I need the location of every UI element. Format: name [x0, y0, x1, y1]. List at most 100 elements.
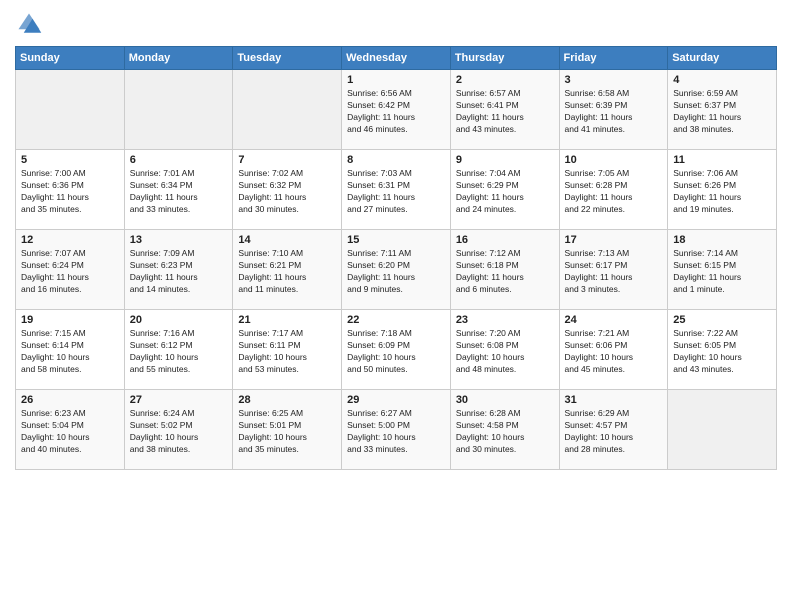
- calendar-cell: 26 Sunrise: 6:23 AM Sunset: 5:04 PM Dayli…: [16, 390, 125, 470]
- day-number: 3: [565, 74, 663, 86]
- weekday-header-monday: Monday: [124, 47, 233, 70]
- calendar-cell: 1 Sunrise: 6:56 AM Sunset: 6:42 PM Daylig…: [342, 70, 451, 150]
- day-number: 6: [130, 154, 228, 166]
- weekday-header-thursday: Thursday: [450, 47, 559, 70]
- weekday-header-tuesday: Tuesday: [233, 47, 342, 70]
- calendar-cell: 29 Sunrise: 6:27 AM Sunset: 5:00 PM Dayli…: [342, 390, 451, 470]
- calendar-cell: 8 Sunrise: 7:03 AM Sunset: 6:31 PM Daylig…: [342, 150, 451, 230]
- week-row-2: 5Sunrise: 7:00 AM Sunset: 6:36 PM Daylig…: [16, 150, 777, 230]
- calendar-cell: 28 Sunrise: 6:25 AM Sunset: 5:01 PM Dayli…: [233, 390, 342, 470]
- week-row-5: 26 Sunrise: 6:23 AM Sunset: 5:04 PM Dayli…: [16, 390, 777, 470]
- calendar-cell: 18 Sunrise: 7:14 AM Sunset: 6:15 PM Dayli…: [668, 230, 777, 310]
- day-number: 15: [347, 234, 445, 246]
- day-number: 2: [456, 74, 554, 86]
- day-info: Sunrise: 7:01 AM Sunset: 6:34 PM Dayligh…: [130, 168, 228, 216]
- calendar-cell: 4 Sunrise: 6:59 AM Sunset: 6:37 PM Daylig…: [668, 70, 777, 150]
- day-number: 24: [565, 314, 663, 326]
- day-info: Sunrise: 6:29 AM Sunset: 4:57 PM Dayligh…: [565, 408, 663, 456]
- day-info: Sunrise: 6:27 AM Sunset: 5:00 PM Dayligh…: [347, 408, 445, 456]
- day-info: Sunrise: 6:59 AM Sunset: 6:37 PM Dayligh…: [673, 88, 771, 136]
- day-info: Sunrise: 6:23 AM Sunset: 5:04 PM Dayligh…: [21, 408, 119, 456]
- calendar-cell: 20 Sunrise: 7:16 AM Sunset: 6:12 PM Dayli…: [124, 310, 233, 390]
- week-row-3: 12 Sunrise: 7:07 AM Sunset: 6:24 PM Dayli…: [16, 230, 777, 310]
- calendar-cell: 27 Sunrise: 6:24 AM Sunset: 5:02 PM Dayli…: [124, 390, 233, 470]
- calendar-table: SundayMondayTuesdayWednesdayThursdayFrid…: [15, 46, 777, 470]
- day-number: 21: [238, 314, 336, 326]
- day-info: Sunrise: 7:13 AM Sunset: 6:17 PM Dayligh…: [565, 248, 663, 296]
- logo: [15, 10, 47, 38]
- day-number: 12: [21, 234, 119, 246]
- calendar-cell: 25Sunrise: 7:22 AM Sunset: 6:05 PM Dayli…: [668, 310, 777, 390]
- day-info: Sunrise: 7:20 AM Sunset: 6:08 PM Dayligh…: [456, 328, 554, 376]
- calendar-cell: 30 Sunrise: 6:28 AM Sunset: 4:58 PM Dayli…: [450, 390, 559, 470]
- day-number: 20: [130, 314, 228, 326]
- day-number: 4: [673, 74, 771, 86]
- day-info: Sunrise: 7:11 AM Sunset: 6:20 PM Dayligh…: [347, 248, 445, 296]
- day-info: Sunrise: 7:03 AM Sunset: 6:31 PM Dayligh…: [347, 168, 445, 216]
- weekday-header-friday: Friday: [559, 47, 668, 70]
- day-info: Sunrise: 7:06 AM Sunset: 6:26 PM Dayligh…: [673, 168, 771, 216]
- day-number: 11: [673, 154, 771, 166]
- day-info: Sunrise: 7:07 AM Sunset: 6:24 PM Dayligh…: [21, 248, 119, 296]
- day-info: Sunrise: 7:02 AM Sunset: 6:32 PM Dayligh…: [238, 168, 336, 216]
- day-number: 1: [347, 74, 445, 86]
- calendar-cell: 12 Sunrise: 7:07 AM Sunset: 6:24 PM Dayli…: [16, 230, 125, 310]
- calendar-cell: 6 Sunrise: 7:01 AM Sunset: 6:34 PM Daylig…: [124, 150, 233, 230]
- calendar-cell: 2Sunrise: 6:57 AM Sunset: 6:41 PM Daylig…: [450, 70, 559, 150]
- calendar-cell: [16, 70, 125, 150]
- calendar-cell: 22 Sunrise: 7:18 AM Sunset: 6:09 PM Dayli…: [342, 310, 451, 390]
- day-info: Sunrise: 6:28 AM Sunset: 4:58 PM Dayligh…: [456, 408, 554, 456]
- day-number: 13: [130, 234, 228, 246]
- day-number: 5: [21, 154, 119, 166]
- day-info: Sunrise: 7:12 AM Sunset: 6:18 PM Dayligh…: [456, 248, 554, 296]
- day-info: Sunrise: 7:16 AM Sunset: 6:12 PM Dayligh…: [130, 328, 228, 376]
- calendar-cell: 23 Sunrise: 7:20 AM Sunset: 6:08 PM Dayli…: [450, 310, 559, 390]
- calendar-cell: 17Sunrise: 7:13 AM Sunset: 6:17 PM Dayli…: [559, 230, 668, 310]
- day-number: 9: [456, 154, 554, 166]
- logo-icon: [15, 10, 43, 38]
- day-info: Sunrise: 7:22 AM Sunset: 6:05 PM Dayligh…: [673, 328, 771, 376]
- page: SundayMondayTuesdayWednesdayThursdayFrid…: [0, 0, 792, 612]
- day-info: Sunrise: 6:24 AM Sunset: 5:02 PM Dayligh…: [130, 408, 228, 456]
- week-row-1: 1 Sunrise: 6:56 AM Sunset: 6:42 PM Daylig…: [16, 70, 777, 150]
- calendar-cell: 31Sunrise: 6:29 AM Sunset: 4:57 PM Dayli…: [559, 390, 668, 470]
- day-info: Sunrise: 6:58 AM Sunset: 6:39 PM Dayligh…: [565, 88, 663, 136]
- calendar-cell: 14 Sunrise: 7:10 AM Sunset: 6:21 PM Dayli…: [233, 230, 342, 310]
- day-info: Sunrise: 6:25 AM Sunset: 5:01 PM Dayligh…: [238, 408, 336, 456]
- day-info: Sunrise: 7:17 AM Sunset: 6:11 PM Dayligh…: [238, 328, 336, 376]
- calendar-cell: 3 Sunrise: 6:58 AM Sunset: 6:39 PM Daylig…: [559, 70, 668, 150]
- day-info: Sunrise: 6:56 AM Sunset: 6:42 PM Dayligh…: [347, 88, 445, 136]
- day-info: Sunrise: 7:15 AM Sunset: 6:14 PM Dayligh…: [21, 328, 119, 376]
- day-number: 14: [238, 234, 336, 246]
- calendar-cell: 13Sunrise: 7:09 AM Sunset: 6:23 PM Dayli…: [124, 230, 233, 310]
- weekday-header-sunday: Sunday: [16, 47, 125, 70]
- day-number: 7: [238, 154, 336, 166]
- calendar-cell: 21 Sunrise: 7:17 AM Sunset: 6:11 PM Dayli…: [233, 310, 342, 390]
- day-number: 22: [347, 314, 445, 326]
- day-number: 16: [456, 234, 554, 246]
- calendar-cell: [124, 70, 233, 150]
- calendar-cell: 11 Sunrise: 7:06 AM Sunset: 6:26 PM Dayli…: [668, 150, 777, 230]
- day-info: Sunrise: 7:18 AM Sunset: 6:09 PM Dayligh…: [347, 328, 445, 376]
- weekday-header-row: SundayMondayTuesdayWednesdayThursdayFrid…: [16, 47, 777, 70]
- day-number: 30: [456, 394, 554, 406]
- day-info: Sunrise: 7:10 AM Sunset: 6:21 PM Dayligh…: [238, 248, 336, 296]
- day-number: 27: [130, 394, 228, 406]
- day-number: 29: [347, 394, 445, 406]
- day-number: 28: [238, 394, 336, 406]
- day-info: Sunrise: 7:21 AM Sunset: 6:06 PM Dayligh…: [565, 328, 663, 376]
- calendar-cell: 15 Sunrise: 7:11 AM Sunset: 6:20 PM Dayli…: [342, 230, 451, 310]
- day-number: 10: [565, 154, 663, 166]
- day-number: 23: [456, 314, 554, 326]
- day-number: 26: [21, 394, 119, 406]
- calendar-cell: 5Sunrise: 7:00 AM Sunset: 6:36 PM Daylig…: [16, 150, 125, 230]
- day-number: 18: [673, 234, 771, 246]
- calendar-cell: 7 Sunrise: 7:02 AM Sunset: 6:32 PM Daylig…: [233, 150, 342, 230]
- calendar-cell: 24 Sunrise: 7:21 AM Sunset: 6:06 PM Dayli…: [559, 310, 668, 390]
- calendar-cell: [233, 70, 342, 150]
- day-info: Sunrise: 7:14 AM Sunset: 6:15 PM Dayligh…: [673, 248, 771, 296]
- calendar-cell: 16 Sunrise: 7:12 AM Sunset: 6:18 PM Dayli…: [450, 230, 559, 310]
- day-info: Sunrise: 7:04 AM Sunset: 6:29 PM Dayligh…: [456, 168, 554, 216]
- day-number: 8: [347, 154, 445, 166]
- week-row-4: 19Sunrise: 7:15 AM Sunset: 6:14 PM Dayli…: [16, 310, 777, 390]
